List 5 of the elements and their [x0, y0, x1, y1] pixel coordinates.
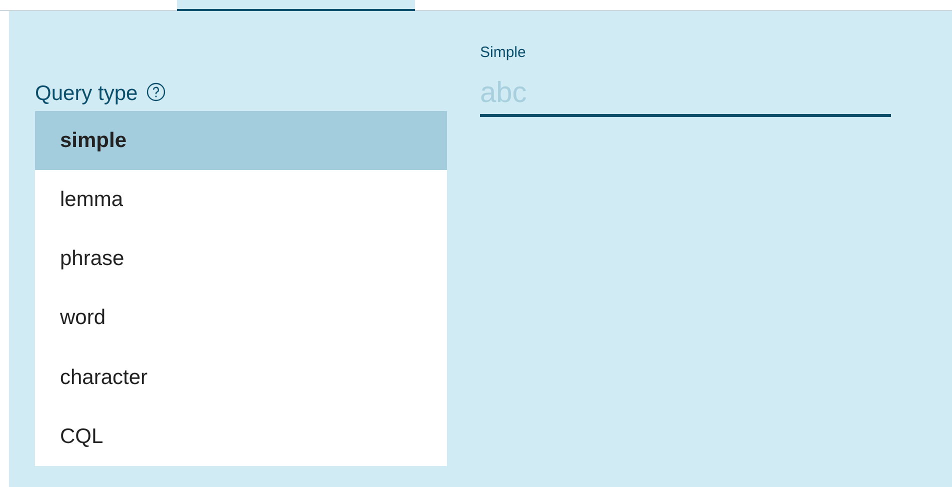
- query-type-option[interactable]: simple: [35, 111, 447, 170]
- query-type-label: Query type: [35, 81, 138, 108]
- tab[interactable]: [177, 0, 415, 11]
- help-icon[interactable]: [146, 82, 166, 102]
- simple-field-label: Simple: [480, 43, 527, 63]
